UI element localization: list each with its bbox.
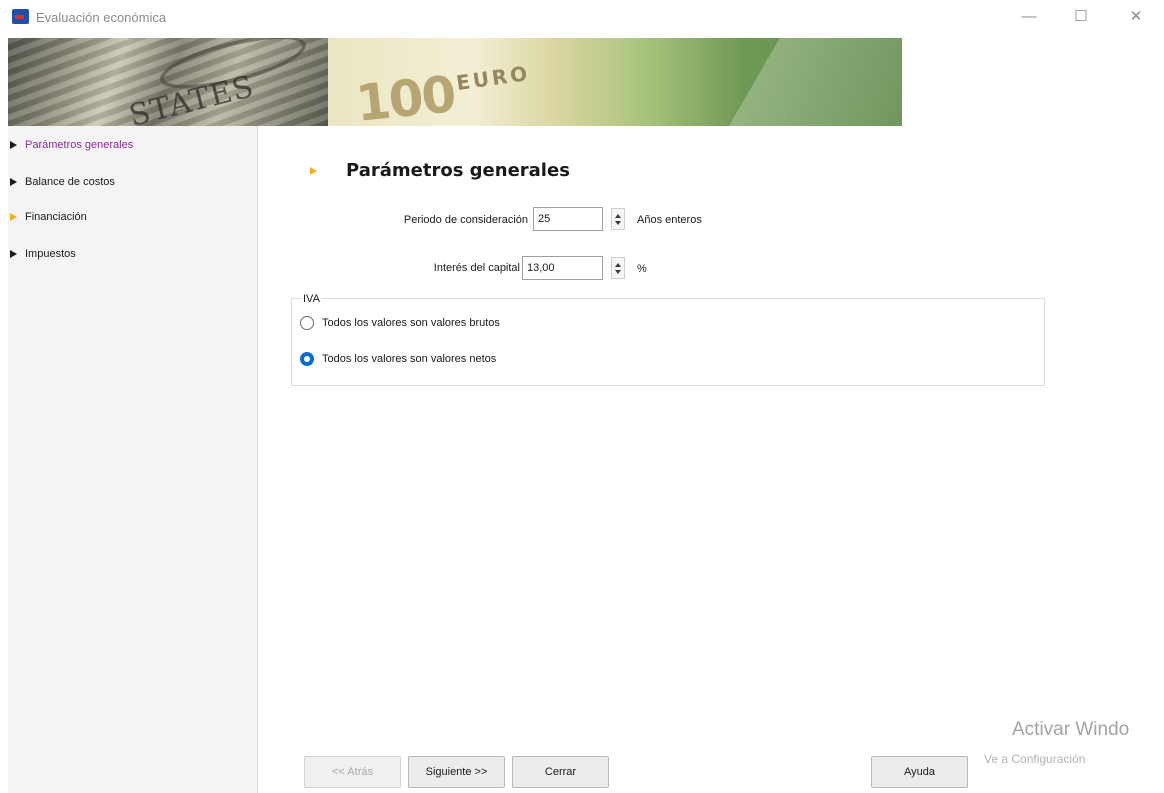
chevron-down-icon: [615, 270, 621, 274]
sidebar-item-financiacion[interactable]: Financiación: [10, 207, 87, 227]
help-button[interactable]: Ayuda: [871, 756, 968, 788]
sidebar-item-label: Impuestos: [25, 248, 76, 260]
radio-label: Todos los valores son valores brutos: [322, 317, 500, 329]
triangle-right-icon: [10, 178, 17, 186]
activation-watermark-subtitle: Ve a Configuración: [984, 752, 1086, 766]
sidebar: Parámetros generales Balance de costos F…: [8, 126, 258, 793]
sidebar-item-impuestos[interactable]: Impuestos: [10, 244, 76, 264]
triangle-right-icon: [10, 250, 17, 258]
cancel-close-button[interactable]: Cerrar: [512, 756, 609, 788]
maximize-button[interactable]: ☐: [1066, 4, 1096, 30]
chevron-up-icon: [615, 214, 621, 218]
app-icon: [12, 9, 29, 24]
radio-unchecked-icon: [300, 316, 314, 330]
triangle-right-icon: [310, 167, 317, 175]
periodo-label: Periodo de consideración: [403, 214, 528, 226]
interes-label: Interés del capital: [433, 262, 520, 274]
radio-label: Todos los valores son valores netos: [322, 353, 497, 365]
triangle-right-icon: [10, 213, 17, 221]
next-button[interactable]: Siguiente >>: [408, 756, 505, 788]
title-bar: Evaluación económica — ☐ ✕: [0, 0, 1164, 34]
header-banner: STATES 100 EURO: [8, 38, 902, 126]
radio-checked-icon: [300, 352, 314, 366]
interes-input[interactable]: [522, 256, 603, 280]
sidebar-item-balance-de-costos[interactable]: Balance de costos: [10, 172, 115, 192]
sidebar-item-label: Financiación: [25, 211, 87, 223]
back-button[interactable]: << Atrás: [304, 756, 401, 788]
euro-value-text: 100: [353, 65, 458, 126]
chevron-up-icon: [615, 263, 621, 267]
interes-stepper[interactable]: [611, 257, 625, 279]
periodo-unit: Años enteros: [637, 214, 702, 226]
close-window-button[interactable]: ✕: [1121, 4, 1151, 30]
sidebar-item-label: Balance de costos: [25, 176, 115, 188]
periodo-stepper[interactable]: [611, 208, 625, 230]
window-title: Evaluación económica: [36, 10, 167, 25]
radio-valores-brutos[interactable]: Todos los valores son valores brutos: [300, 316, 500, 330]
activation-watermark-title: Activar Windo: [1012, 719, 1130, 740]
interes-unit: %: [637, 263, 647, 275]
sidebar-item-label: Parámetros generales: [25, 139, 134, 151]
periodo-input[interactable]: [533, 207, 603, 231]
iva-group-box: [291, 298, 1045, 386]
triangle-right-icon: [10, 141, 17, 149]
radio-valores-netos[interactable]: Todos los valores son valores netos: [300, 352, 496, 366]
window: Evaluación económica — ☐ ✕ STATES 100 EU…: [0, 0, 1164, 793]
chevron-down-icon: [615, 221, 621, 225]
main-panel: Parámetros generales Periodo de consider…: [260, 126, 1164, 793]
minimize-button[interactable]: —: [1014, 4, 1044, 30]
dollar-banknote-image: STATES: [8, 38, 328, 126]
iva-legend: IVA: [302, 293, 321, 305]
sidebar-item-parametros-generales[interactable]: Parámetros generales: [10, 135, 133, 155]
section-title: Parámetros generales: [346, 160, 570, 181]
